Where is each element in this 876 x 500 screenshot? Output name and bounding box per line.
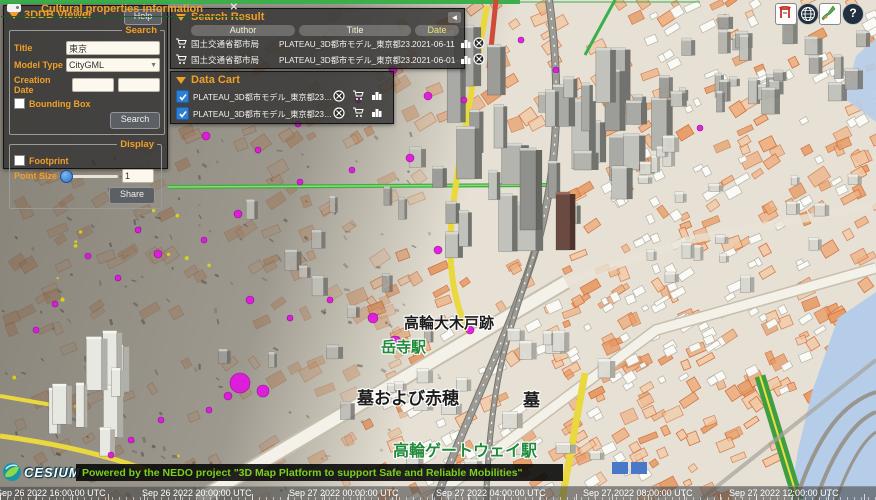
item-label: PLATEAU_3D都市モデル_東京都23… (193, 108, 331, 120)
cart-icon[interactable] (352, 107, 364, 120)
model-type-row: Model Type CityGML ▼ (14, 58, 160, 72)
zoom-to-icon[interactable] (333, 107, 345, 121)
data-cart-panel: Data Cart PLATEAU_3D都市モデル_東京都23… PLATEAU… (170, 71, 394, 124)
share-button[interactable]: Share (109, 187, 155, 204)
creation-date-row: Creation Date (14, 75, 160, 95)
result-author: 国土交通省都市局 (191, 38, 279, 50)
basemap-japan-icon[interactable] (819, 3, 841, 25)
camera-icon[interactable] (7, 4, 21, 12)
map-label-takanawa-okido: 高輪大木戸跡 (404, 312, 494, 333)
zoom-to-icon[interactable] (473, 37, 485, 51)
cesium-logo[interactable]: CESIUM (2, 461, 81, 483)
result-title: PLATEAU_3D都市モデル_東京都23… (279, 38, 412, 50)
title-row: Title (14, 41, 160, 55)
search-fieldset: Search Title Model Type CityGML ▼ Creati… (9, 25, 165, 135)
bounding-box-checkbox[interactable] (14, 98, 25, 109)
search-result-row[interactable]: 国土交通省都市局 PLATEAU_3D都市モデル_東京都23… 2021-06-… (171, 52, 464, 68)
item-checkbox[interactable] (176, 107, 189, 120)
chevron-down-icon: ▼ (150, 62, 157, 69)
display-fieldset: Display Footprint Point Size Share (9, 139, 162, 209)
nedo-credit-text: Powered by the NEDO project "3D Map Plat… (76, 467, 523, 479)
help-icon[interactable]: ? (842, 3, 864, 25)
close-icon[interactable]: ✕ (230, 2, 238, 13)
search-legend: Search (122, 25, 160, 36)
display-legend: Display (117, 139, 157, 150)
author-column-header[interactable]: Author (191, 25, 295, 36)
nedo-credit-bar: Powered by the NEDO project "3D Map Plat… (76, 464, 563, 481)
cart-icon[interactable] (175, 54, 191, 67)
model-type-value: CityGML (69, 60, 104, 70)
zoom-to-icon[interactable] (333, 90, 345, 104)
search-result-row[interactable]: 国土交通省都市局 PLATEAU_3D都市モデル_東京都23… 2021-06-… (171, 36, 464, 52)
data-cart-item[interactable]: PLATEAU_3D都市モデル_東京都23… (171, 105, 393, 122)
result-date: 2021-06-11 (412, 39, 458, 49)
slider-handle[interactable] (60, 170, 73, 183)
creation-date-from-input[interactable] (72, 78, 114, 92)
cesium-wordmark: CESIUM (24, 465, 81, 480)
info-panel-title: Cultural properties information (41, 3, 203, 15)
point-size-row: Point Size (14, 169, 157, 183)
footprint-checkbox[interactable] (14, 155, 25, 166)
map-label-grave: 墓 (523, 386, 540, 411)
creation-date-to-input[interactable] (118, 78, 160, 92)
timeline-ticks-texture (0, 494, 876, 500)
result-title: PLATEAU_3D都市モデル_東京都23… (279, 54, 412, 66)
search-button[interactable]: Search (110, 112, 160, 129)
map-label-graves: 墓および赤穂 (357, 384, 459, 409)
result-date: 2021-06-01 (412, 55, 458, 65)
search-result-column-headers: Author Title Date (171, 25, 464, 36)
bounding-box-label: Bounding Box (29, 99, 91, 109)
point-size-label: Point Size (14, 171, 58, 181)
bounding-box-row: Bounding Box (14, 98, 160, 109)
building-model-icon[interactable] (371, 107, 382, 120)
timeline-bar[interactable]: Sep 26 2022 16:00:00 UTC Sep 26 2022 20:… (0, 486, 876, 500)
data-cart-title: Data Cart (191, 74, 240, 86)
building-model-icon[interactable] (371, 90, 382, 103)
map-viewer-screen: 高輪大木戸跡 岳寺駅 墓および赤穂 墓 高輪ゲートウェイ駅 3DDB Viewe… (0, 0, 876, 500)
cart-icon[interactable] (352, 90, 364, 103)
building-model-icon[interactable] (460, 54, 471, 67)
cart-icon[interactable] (175, 38, 191, 51)
point-size-slider[interactable] (62, 175, 118, 178)
item-label: PLATEAU_3D都市モデル_東京都23… (193, 91, 331, 103)
map-label-takanawa-gateway-station: 高輪ゲートウェイ駅 (393, 437, 537, 461)
data-cart-item[interactable]: PLATEAU_3D都市モデル_東京都23… (171, 88, 393, 105)
viewer-panel: 3DDB Viewer Help Search Title Model Type… (3, 5, 168, 169)
model-type-select[interactable]: CityGML ▼ (66, 58, 160, 72)
map-label-sengakuji-station: 岳寺駅 (381, 336, 426, 357)
globe-projection-icon[interactable] (797, 3, 819, 25)
search-result-panel: Search Result ◄ Author Title Date 国土交通省都… (170, 8, 465, 69)
model-type-label: Model Type (14, 60, 66, 70)
panel-collapse-icon[interactable]: ◄ (448, 12, 461, 23)
info-panel-header: Cultural properties information ✕ (1, 1, 243, 17)
creation-date-label: Creation Date (14, 75, 72, 95)
point-size-input[interactable] (122, 169, 154, 183)
zoom-to-icon[interactable] (473, 53, 485, 67)
photo-landmark-icon[interactable] (775, 3, 797, 25)
title-label: Title (14, 43, 66, 53)
title-input[interactable] (66, 41, 160, 55)
building-model-icon[interactable] (460, 38, 471, 51)
item-checkbox[interactable] (176, 90, 189, 103)
date-column-header[interactable]: Date (415, 25, 459, 36)
footprint-label: Footprint (29, 156, 69, 166)
result-author: 国土交通省都市局 (191, 54, 279, 66)
collapse-triangle-icon[interactable] (176, 77, 186, 84)
title-column-header[interactable]: Title (299, 25, 411, 36)
cesium-globe-icon (2, 462, 22, 482)
footprint-row: Footprint (14, 155, 157, 166)
data-cart-header: Data Cart (171, 72, 393, 88)
